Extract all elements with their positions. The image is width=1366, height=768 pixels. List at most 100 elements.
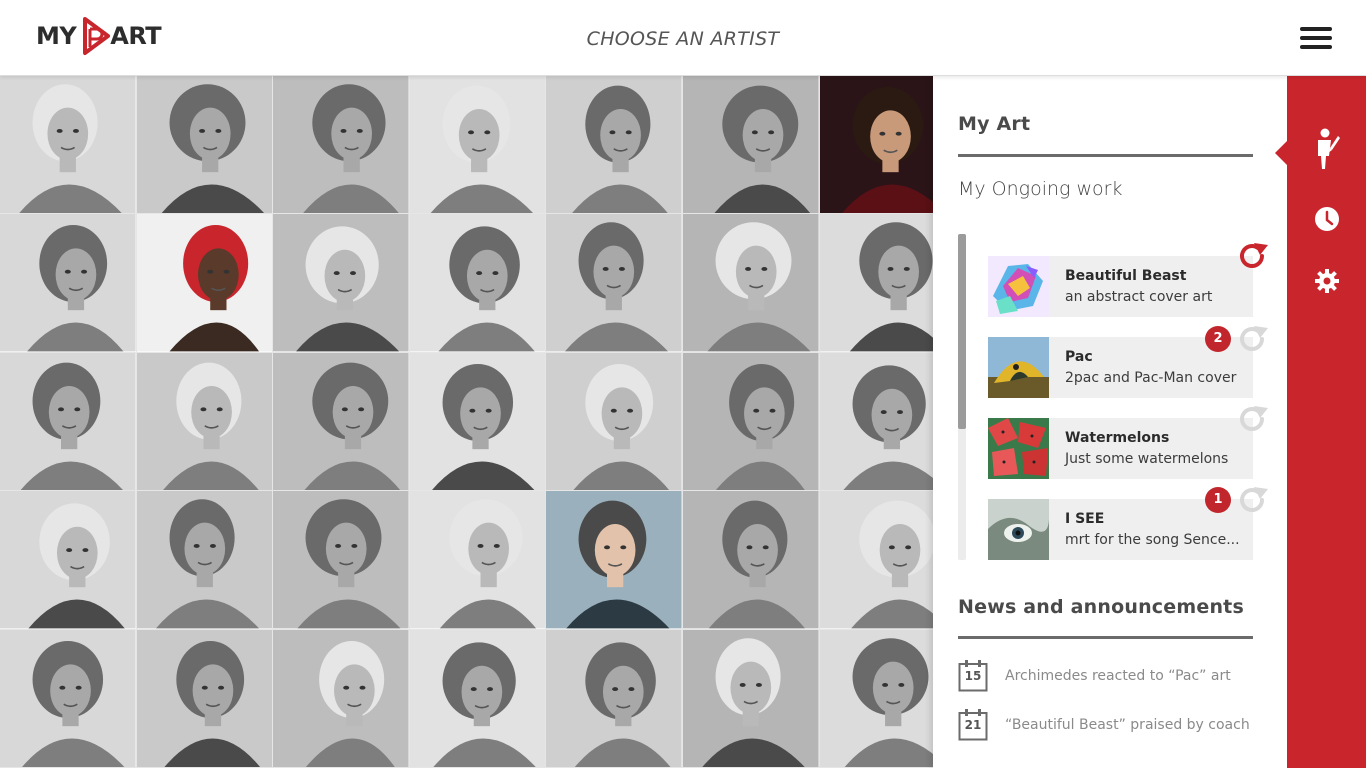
artist-portrait: [273, 214, 409, 352]
artist-portrait: [546, 491, 682, 629]
artist-tile[interactable]: [273, 76, 410, 215]
news-text: “Beautiful Beast” praised by coach: [1005, 717, 1250, 733]
artist-tile[interactable]: [546, 352, 683, 492]
artist-tile[interactable]: [409, 491, 547, 630]
artist-portrait: [0, 352, 136, 491]
artist-portrait: [273, 629, 409, 767]
artist-tile[interactable]: [409, 629, 547, 768]
app-header: MY ART CHOOSE AN ARTIST: [0, 0, 1366, 76]
artist-tile[interactable]: [682, 629, 820, 768]
my-art-panel: My Art My Ongoing work Beautiful Beast a…: [933, 76, 1287, 768]
artist-tile[interactable]: [546, 76, 683, 215]
heading-divider: [958, 154, 1253, 157]
news-date: 15: [964, 669, 982, 683]
artist-tile[interactable]: [409, 76, 547, 215]
notification-badge: 1: [1205, 487, 1231, 513]
artist-tile[interactable]: [546, 629, 683, 768]
sidebar-item-artist[interactable]: [1287, 128, 1366, 172]
artist-portrait: [682, 352, 819, 491]
news-item[interactable]: 15 Archimedes reacted to “Pac” art: [958, 660, 1231, 692]
artist-tile[interactable]: [273, 352, 410, 492]
artist-tile[interactable]: [0, 629, 137, 768]
artist-portrait: [136, 629, 273, 767]
my-art-heading: My Art: [958, 113, 1031, 135]
artist-tile[interactable]: [273, 629, 410, 768]
artist-tile[interactable]: [136, 491, 274, 630]
clock-icon: [1314, 207, 1339, 231]
work-title: I SEE: [1065, 511, 1105, 527]
menu-icon[interactable]: [1300, 27, 1332, 49]
artist-tile[interactable]: [0, 491, 137, 630]
artist-tile[interactable]: [546, 214, 683, 353]
refresh-icon[interactable]: [1236, 239, 1270, 273]
artist-portrait: [0, 629, 136, 767]
artist-portrait: [136, 352, 273, 491]
ongoing-work-heading: My Ongoing work: [958, 178, 1123, 200]
artist-tile[interactable]: [0, 76, 137, 215]
news-item[interactable]: 21 “Beautiful Beast” praised by coach: [958, 709, 1250, 741]
page-title: CHOOSE AN ARTIST: [586, 28, 780, 50]
work-title: Beautiful Beast: [1065, 268, 1187, 284]
artist-portrait: [136, 214, 273, 352]
sidebar-item-history[interactable]: [1287, 197, 1366, 241]
news-heading: News and announcements: [958, 596, 1244, 618]
artist-tile[interactable]: [682, 352, 820, 492]
artist-tile[interactable]: [409, 352, 547, 492]
artist-portrait: [273, 76, 409, 214]
calendar-icon: 21: [958, 709, 988, 741]
artist-tile[interactable]: [136, 214, 274, 353]
artist-tile[interactable]: [136, 629, 274, 768]
refresh-icon[interactable]: [1236, 402, 1270, 436]
artist-portrait: [0, 214, 136, 352]
scrollbar-track[interactable]: [958, 234, 966, 560]
refresh-icon[interactable]: [1236, 322, 1270, 356]
artist-portrait: [0, 491, 136, 629]
artist-tile[interactable]: [682, 76, 820, 215]
notification-badge: 2: [1205, 326, 1231, 352]
news-text: Archimedes reacted to “Pac” art: [1005, 668, 1231, 684]
artist-portrait: [546, 352, 682, 491]
artist-grid: [0, 76, 956, 768]
sidebar-item-settings[interactable]: [1287, 259, 1366, 303]
work-card[interactable]: Watermelons Just some watermelons: [988, 418, 1253, 479]
artist-tile[interactable]: [136, 352, 274, 492]
refresh-icon[interactable]: [1236, 483, 1270, 517]
work-thumbnail: [988, 256, 1049, 317]
gear-icon: [1314, 269, 1339, 293]
artist-portrait: [546, 76, 682, 214]
artist-portrait: [409, 214, 546, 352]
artist-tile[interactable]: [0, 352, 137, 492]
work-thumbnail: [988, 499, 1049, 560]
artist-tile[interactable]: [273, 214, 410, 353]
artist-portrait: [136, 76, 273, 214]
artist-tile[interactable]: [136, 76, 274, 215]
work-description: an abstract cover art: [1065, 289, 1213, 305]
news-date: 21: [964, 718, 982, 732]
artist-portrait: [409, 491, 546, 629]
artist-portrait: [409, 76, 546, 214]
artist-portrait: [273, 352, 409, 491]
work-title: Pac: [1065, 349, 1093, 365]
work-title: Watermelons: [1065, 430, 1170, 446]
artist-tile[interactable]: [682, 214, 820, 353]
artist-tile[interactable]: [273, 491, 410, 630]
artist-portrait: [546, 629, 682, 767]
work-description: 2pac and Pac-Man cover: [1065, 370, 1237, 386]
artist-portrait: [136, 491, 273, 629]
scrollbar-thumb[interactable]: [958, 234, 966, 429]
artist-portrait: [409, 629, 546, 767]
artist-portrait: [682, 629, 819, 767]
artist-portrait: [0, 76, 136, 214]
artist-tile[interactable]: [546, 491, 683, 630]
artist-portrait: [546, 214, 682, 352]
artist-portrait: [682, 491, 819, 629]
work-card[interactable]: Beautiful Beast an abstract cover art: [988, 256, 1253, 317]
artist-tile[interactable]: [409, 214, 547, 353]
sidebar: [1287, 76, 1366, 768]
artist-tile[interactable]: [682, 491, 820, 630]
work-description: Just some watermelons: [1065, 451, 1229, 467]
artist-portrait: [273, 491, 409, 629]
artist-portrait: [682, 214, 819, 352]
artist-portrait: [682, 76, 819, 214]
artist-tile[interactable]: [0, 214, 137, 353]
